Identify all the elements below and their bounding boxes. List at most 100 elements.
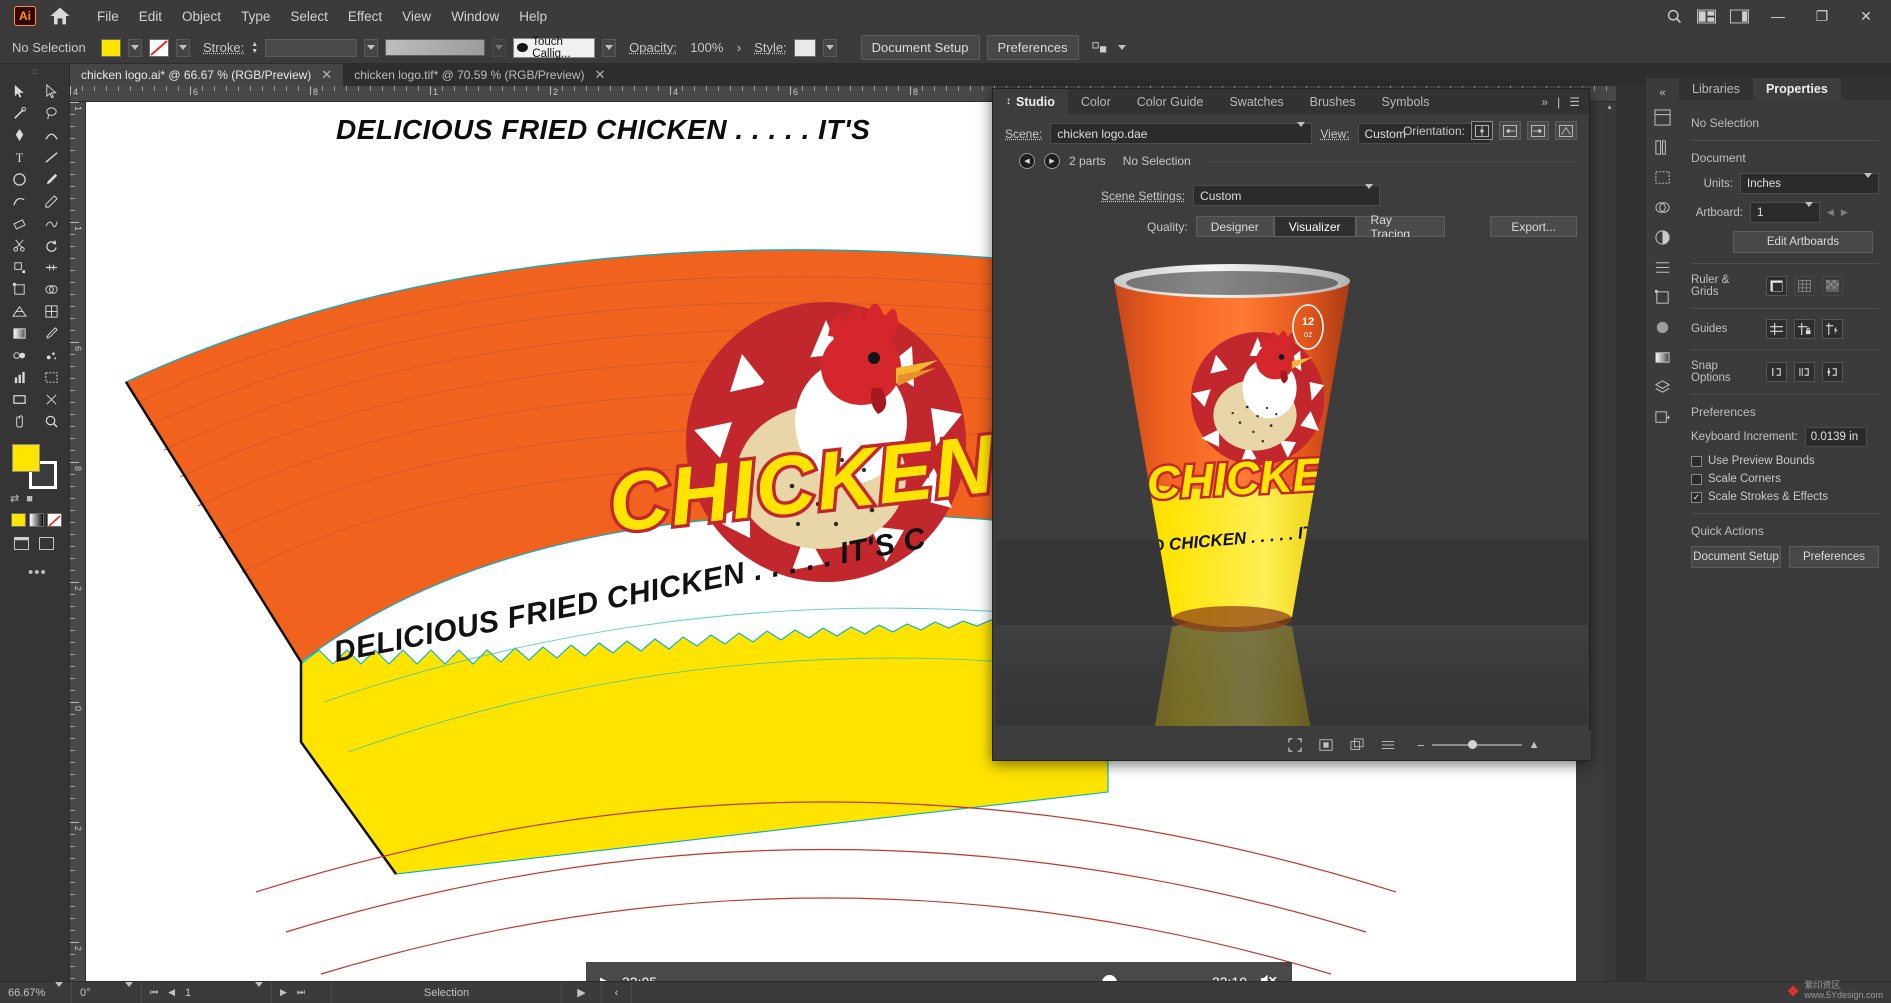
pencil-tool[interactable] <box>35 190 67 212</box>
zoom-in-icon[interactable]: ▲ <box>1529 739 1540 751</box>
maximize-button[interactable]: ❐ <box>1807 1 1837 31</box>
stroke-dropdown-icon[interactable] <box>176 38 190 57</box>
color-rail-icon[interactable] <box>1646 222 1680 252</box>
document-setup-button[interactable]: Document Setup <box>860 35 980 60</box>
selection-tool[interactable] <box>3 80 35 102</box>
symbol-sprayer-tool[interactable] <box>35 344 67 366</box>
column-graph-tool[interactable] <box>3 366 35 388</box>
previous-part-button[interactable]: ◀ <box>1019 153 1035 169</box>
close-icon[interactable]: ✕ <box>321 67 332 83</box>
zoom-slider-track[interactable] <box>1431 740 1522 749</box>
blend-tool[interactable] <box>3 344 35 366</box>
snap-to-point-icon[interactable] <box>1766 362 1787 382</box>
shape-builder-tool[interactable] <box>35 278 67 300</box>
smart-guides-icon[interactable] <box>1822 319 1843 339</box>
paintbrush-tool[interactable] <box>35 168 67 190</box>
scissors-tool[interactable] <box>3 234 35 256</box>
tool-status[interactable]: Selection <box>332 981 562 1003</box>
preferences-button[interactable]: Preferences <box>986 35 1079 60</box>
menu-effect[interactable]: Effect <box>339 5 391 28</box>
none-mode-icon[interactable] <box>47 513 62 527</box>
grid-icon[interactable] <box>1794 276 1815 296</box>
use-preview-bounds-row[interactable]: Use Preview Bounds <box>1691 455 1879 467</box>
close-button[interactable]: ✕ <box>1851 1 1881 31</box>
quick-preferences-button[interactable]: Preferences <box>1789 546 1879 568</box>
arrange-documents-icon[interactable] <box>1697 9 1716 24</box>
fill-stroke-indicator[interactable] <box>12 444 58 490</box>
mesh-tool[interactable] <box>35 300 67 322</box>
fit-to-screen-icon[interactable] <box>1288 738 1302 752</box>
tab-brushes[interactable]: Brushes <box>1297 89 1369 114</box>
curvature-tool[interactable] <box>35 124 67 146</box>
brush-definition-field[interactable]: Touch Callig... <box>513 36 596 60</box>
smooth-tool[interactable] <box>35 212 67 234</box>
menu-window[interactable]: Window <box>442 5 508 28</box>
zoom-slider-knob[interactable] <box>1467 740 1477 749</box>
snap-to-grid-icon[interactable] <box>1794 362 1815 382</box>
opacity-expand-icon[interactable]: › <box>737 40 741 55</box>
workspace-switcher-icon[interactable] <box>1730 9 1749 24</box>
export-button[interactable]: Export... <box>1490 216 1577 237</box>
zoom-level-field[interactable]: 66.67% <box>0 981 72 1003</box>
menu-select[interactable]: Select <box>281 5 337 28</box>
width-tool[interactable] <box>35 256 67 278</box>
menu-edit[interactable]: Edit <box>130 5 171 28</box>
zoom-tool[interactable] <box>35 410 67 432</box>
studio-panel[interactable]: ↕ Studio Color Color Guide Swatches Brus… <box>992 88 1591 761</box>
grid-toggle-icon[interactable] <box>1381 738 1395 752</box>
document-tab-ai[interactable]: chicken logo.ai* @ 66.67 % (RGB/Preview)… <box>70 64 344 86</box>
libraries-rail-icon[interactable] <box>1646 132 1680 162</box>
next-part-button[interactable]: ▶ <box>1044 153 1060 169</box>
rectangle-tool[interactable] <box>3 388 35 410</box>
line-segment-tool[interactable] <box>35 146 67 168</box>
last-artboard-icon[interactable]: ⏭ <box>297 987 305 998</box>
zoom-slider[interactable]: − ▲ <box>1417 738 1539 753</box>
tab-color-guide[interactable]: Color Guide <box>1124 89 1217 114</box>
snap-to-pixel-icon[interactable] <box>1822 362 1843 382</box>
perspective-grid-tool[interactable] <box>3 300 35 322</box>
artboard-next-icon[interactable]: ▶ <box>1841 207 1848 218</box>
transparency-grid-icon[interactable] <box>1822 276 1843 296</box>
zoom-out-icon[interactable]: − <box>1417 738 1425 753</box>
studio-3d-viewport[interactable]: CHICKEN CHICKEN FRIED CHICKEN . . . . . … <box>996 237 1588 726</box>
quality-designer-button[interactable]: Designer <box>1195 216 1274 237</box>
fill-dropdown-icon[interactable] <box>128 38 142 57</box>
document-tab-tif[interactable]: chicken logo.tif* @ 70.59 % (RGB/Preview… <box>343 64 616 86</box>
tab-libraries[interactable]: Libraries <box>1679 78 1753 100</box>
tab-swatches[interactable]: Swatches <box>1216 89 1296 114</box>
brush-dropdown-icon[interactable] <box>602 38 617 57</box>
scene-select[interactable]: chicken logo.dae <box>1050 121 1313 144</box>
keyboard-increment-input[interactable]: 0.0139 in <box>1804 427 1867 447</box>
frame-selection-icon[interactable] <box>1319 738 1333 752</box>
scale-corners-row[interactable]: Scale Corners <box>1691 473 1879 485</box>
transform-rail-icon[interactable] <box>1646 282 1680 312</box>
hand-tool[interactable] <box>3 410 35 432</box>
tab-symbols[interactable]: Symbols <box>1369 89 1443 114</box>
quality-ray-tracing-button[interactable]: Ray Tracing <box>1355 213 1446 241</box>
stroke-color-swatch[interactable] <box>149 38 169 57</box>
rotation-field[interactable]: 0° <box>72 981 142 1003</box>
artboard-tool[interactable] <box>35 366 67 388</box>
panel-menu-icon[interactable]: ☰ <box>1569 95 1580 109</box>
style-dropdown-icon[interactable] <box>822 38 837 57</box>
scale-strokes-effects-checkbox[interactable]: ✓ <box>1691 491 1702 503</box>
stroke-profile-dropdown-icon[interactable] <box>492 38 507 57</box>
menu-type[interactable]: Type <box>232 5 279 28</box>
ellipse-tool[interactable] <box>3 168 35 190</box>
minimize-button[interactable]: — <box>1763 1 1793 31</box>
close-icon[interactable]: ✕ <box>594 67 605 83</box>
previous-artboard-icon[interactable]: ◀ <box>168 987 175 998</box>
menu-file[interactable]: File <box>88 5 128 28</box>
artboard-next-controls[interactable]: ▶ ⏭ <box>272 981 332 1003</box>
gradient-tool[interactable] <box>3 322 35 344</box>
stroke-weight-dropdown-icon[interactable] <box>364 38 379 57</box>
eyedropper-tool[interactable] <box>35 322 67 344</box>
first-artboard-icon[interactable]: ⏮ <box>150 987 158 998</box>
menu-object[interactable]: Object <box>173 5 230 28</box>
swap-fill-stroke-icon[interactable]: ⇄ <box>10 492 19 505</box>
free-transform-tool[interactable] <box>3 278 35 300</box>
menu-view[interactable]: View <box>393 5 440 28</box>
fill-color-swatch[interactable] <box>101 38 121 57</box>
fill-color-indicator[interactable] <box>12 444 40 472</box>
scale-corners-checkbox[interactable] <box>1691 473 1702 485</box>
